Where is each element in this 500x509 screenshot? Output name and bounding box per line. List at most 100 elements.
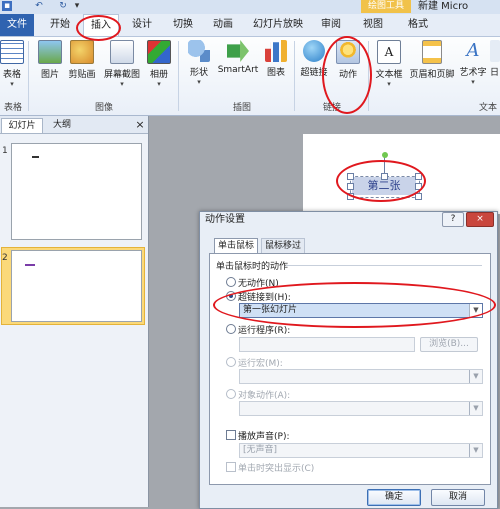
group-divider bbox=[294, 41, 295, 111]
annotation-ellipse bbox=[336, 160, 426, 202]
chart-label: 图表 bbox=[266, 68, 285, 78]
tab-review[interactable]: 审阅 bbox=[316, 14, 346, 36]
tab-home[interactable]: 开始 bbox=[46, 14, 74, 36]
slide-number: 1 bbox=[2, 146, 8, 156]
tab-outline[interactable]: 大纲 bbox=[47, 118, 77, 133]
sound-select[interactable]: [无声音] ▼ bbox=[239, 443, 483, 458]
tab-mouse-over[interactable]: 鼠标移过 bbox=[261, 238, 306, 254]
tab-animations[interactable]: 动画 bbox=[208, 14, 238, 36]
album-icon bbox=[147, 40, 171, 64]
table-button[interactable]: 表格 ▾ bbox=[0, 40, 24, 88]
tab-slideshow[interactable]: 幻灯片放映 bbox=[252, 14, 304, 36]
option-run-macro-label: 运行宏(M): bbox=[238, 359, 283, 369]
ok-button[interactable]: 确定 bbox=[367, 489, 421, 506]
hyperlink-icon bbox=[303, 40, 325, 62]
tab-mouse-click[interactable]: 单击鼠标 bbox=[214, 238, 259, 254]
picture-button[interactable]: 图片 bbox=[36, 40, 64, 80]
group-divider bbox=[28, 41, 29, 111]
album-label: 相册 bbox=[149, 70, 168, 80]
annotation-ellipse bbox=[213, 282, 496, 328]
undo-icon[interactable]: ↶ bbox=[34, 1, 44, 11]
thumbnail-text-mark bbox=[25, 264, 35, 266]
slide-thumbnail-1[interactable] bbox=[11, 143, 142, 240]
slide-thumbnail-2[interactable] bbox=[11, 250, 142, 322]
radio-object-action[interactable] bbox=[226, 389, 236, 399]
close-button[interactable]: × bbox=[466, 212, 494, 227]
wordart-icon: A bbox=[466, 40, 480, 61]
close-icon[interactable]: × bbox=[134, 118, 146, 132]
section-divider bbox=[286, 265, 482, 266]
group-divider bbox=[178, 41, 179, 111]
customize-qat-icon[interactable]: ▾ bbox=[72, 1, 82, 11]
group-label-tables: 表格 bbox=[3, 103, 22, 113]
program-path-input[interactable] bbox=[239, 337, 415, 352]
annotation-ellipse bbox=[322, 36, 372, 114]
smartart-button[interactable]: SmartArt bbox=[216, 40, 260, 75]
picture-label: 图片 bbox=[40, 70, 59, 80]
smartart-icon bbox=[227, 40, 249, 62]
header-footer-button[interactable]: 页眉和页脚 bbox=[409, 40, 455, 80]
radio-run-program[interactable] bbox=[226, 324, 236, 334]
group-label-text: 文本 bbox=[478, 103, 497, 113]
tab-transitions[interactable]: 切换 bbox=[168, 14, 198, 36]
picture-icon bbox=[38, 40, 62, 64]
tab-file[interactable]: 文件 bbox=[0, 14, 34, 36]
radio-none[interactable] bbox=[226, 277, 236, 287]
help-button[interactable]: ? bbox=[442, 212, 464, 227]
chevron-down-icon: ▾ bbox=[120, 80, 124, 88]
redo-icon[interactable]: ↻ bbox=[58, 1, 68, 11]
shapes-button[interactable]: 形状 ▾ bbox=[184, 40, 214, 86]
chevron-down-icon: ▼ bbox=[469, 444, 482, 457]
play-sound-checkbox[interactable] bbox=[226, 430, 236, 440]
textbox-button[interactable]: A 文本框 ▾ bbox=[372, 40, 406, 88]
dialog-title: 动作设置 bbox=[205, 214, 245, 225]
calendar-icon bbox=[489, 40, 500, 62]
slide-number: 2 bbox=[2, 253, 8, 263]
group-label-images: 图像 bbox=[94, 103, 113, 113]
header-footer-icon bbox=[422, 40, 442, 64]
radio-run-macro[interactable] bbox=[226, 357, 236, 367]
screenshot-icon bbox=[110, 40, 134, 64]
chevron-down-icon: ▾ bbox=[157, 80, 161, 88]
chevron-down-icon: ▾ bbox=[10, 80, 14, 88]
play-sound-label: 播放声音(P): bbox=[238, 432, 290, 442]
highlight-label: 单击时突出显示(C) bbox=[238, 464, 315, 474]
table-label: 表格 bbox=[2, 70, 21, 80]
wordart-button[interactable]: A 艺术字 ▾ bbox=[457, 40, 489, 86]
group-label-illustrations: 插图 bbox=[232, 103, 251, 113]
drawing-tools-context-tab: 绘图工具 bbox=[361, 0, 411, 13]
textbox-label: 文本框 bbox=[375, 70, 403, 80]
object-action-select[interactable]: ▼ bbox=[239, 401, 483, 416]
cancel-button[interactable]: 取消 bbox=[431, 489, 485, 506]
tab-slides[interactable]: 幻灯片 bbox=[1, 118, 43, 133]
annotation-ellipse bbox=[76, 15, 121, 41]
chart-icon bbox=[265, 40, 287, 62]
browse-button[interactable]: 浏览(B)... bbox=[420, 337, 478, 352]
album-button[interactable]: 相册 ▾ bbox=[144, 40, 174, 88]
rotation-handle[interactable] bbox=[382, 152, 388, 158]
tab-design[interactable]: 设计 bbox=[127, 14, 157, 36]
shapes-label: 形状 bbox=[189, 68, 208, 78]
chart-button[interactable]: 图表 bbox=[262, 40, 290, 78]
table-icon bbox=[0, 40, 24, 64]
macro-select[interactable]: ▼ bbox=[239, 369, 483, 384]
thumbnail-text-mark bbox=[32, 156, 39, 158]
date-time-button[interactable]: 日 bbox=[489, 40, 500, 78]
section-title: 单击鼠标时的动作 bbox=[216, 262, 289, 272]
highlight-checkbox[interactable] bbox=[226, 462, 236, 472]
screenshot-button[interactable]: 屏幕截图 ▾ bbox=[101, 40, 143, 88]
chevron-down-icon: ▾ bbox=[387, 80, 391, 88]
option-object-action-label: 对象动作(A): bbox=[238, 391, 291, 401]
chevron-down-icon: ▼ bbox=[469, 402, 482, 415]
tab-format[interactable]: 格式 bbox=[403, 14, 433, 36]
textbox-icon: A bbox=[377, 40, 401, 64]
save-icon[interactable]: ▪ bbox=[2, 1, 12, 11]
option-run-program-label: 运行程序(R): bbox=[238, 326, 291, 336]
document-title: 新建 Micro bbox=[418, 1, 469, 12]
tab-view[interactable]: 视图 bbox=[358, 14, 388, 36]
clipart-button[interactable]: 剪贴画 bbox=[64, 40, 100, 80]
chevron-down-icon: ▾ bbox=[197, 78, 201, 86]
clipart-label: 剪贴画 bbox=[68, 70, 96, 80]
clipart-icon bbox=[70, 40, 94, 64]
date-time-label: 日 bbox=[489, 68, 499, 78]
